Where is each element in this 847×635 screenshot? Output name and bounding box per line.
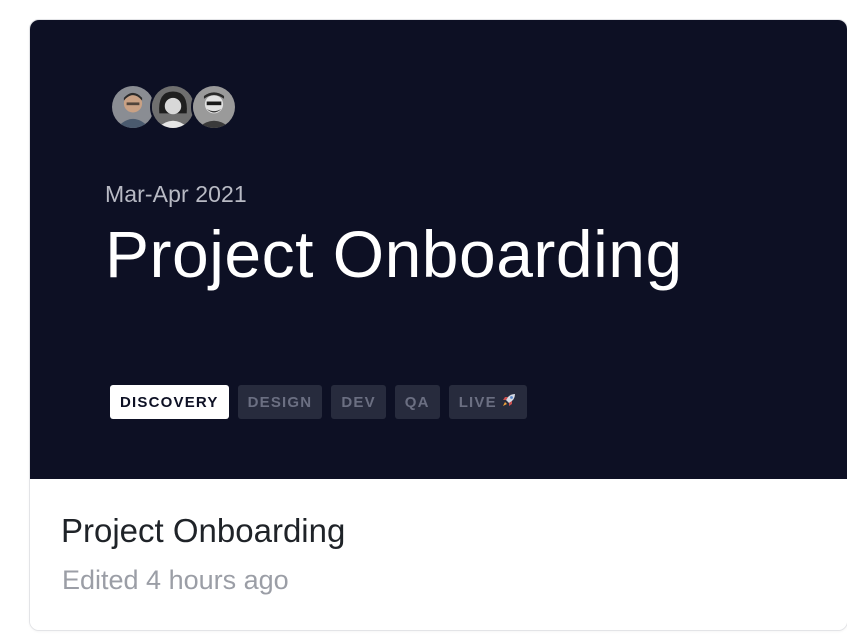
card-title[interactable]: Project Onboarding	[61, 512, 345, 550]
date-range: Mar-Apr 2021	[105, 181, 247, 207]
stage-tags: DISCOVERY DESIGN DEV QA LIVE	[110, 385, 527, 419]
stage-tag-label: LIVE	[458, 393, 497, 411]
stage-tag-design[interactable]: DESIGN	[237, 385, 323, 419]
stage-tag-qa[interactable]: QA	[394, 385, 440, 419]
stage-tag-label: DEV	[341, 393, 376, 411]
stage-tag-label: DESIGN	[247, 393, 313, 411]
project-card[interactable]: Mar-Apr 2021 Project Onboarding DISCOVER…	[29, 19, 847, 631]
edited-timestamp: Edited 4 hours ago	[62, 565, 289, 595]
rocket-icon	[501, 392, 517, 412]
card-footer: Project Onboarding Edited 4 hours ago	[30, 479, 847, 630]
person-avatar-3-icon	[191, 84, 237, 130]
stage-tag-label: QA	[404, 393, 430, 411]
person-avatar-2-icon	[150, 84, 196, 130]
card-cover[interactable]: Mar-Apr 2021 Project Onboarding DISCOVER…	[30, 20, 847, 479]
stage-tag-live[interactable]: LIVE	[448, 385, 527, 419]
stage-tag-dev[interactable]: DEV	[331, 385, 386, 419]
stage-tag-discovery[interactable]: DISCOVERY	[110, 385, 229, 419]
cover-title: Project Onboarding	[105, 217, 683, 291]
stage-tag-label: DISCOVERY	[120, 393, 219, 411]
